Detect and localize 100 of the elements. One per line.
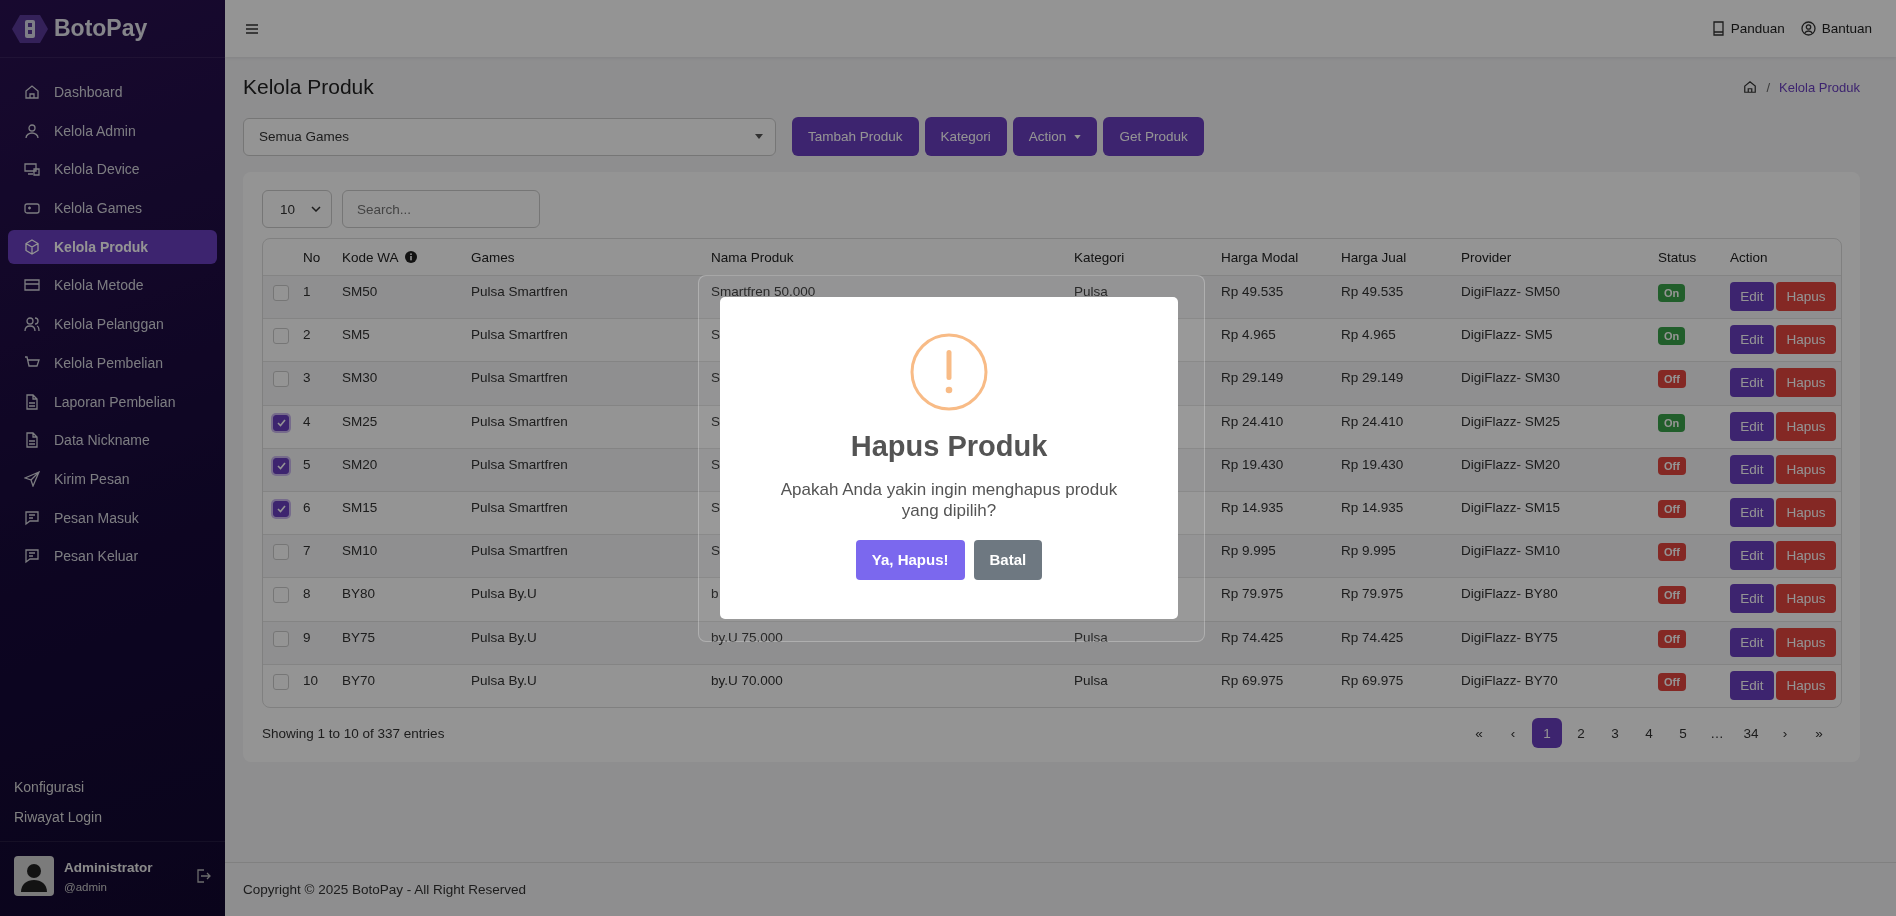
edit-button[interactable]: Edit [1730,627,1774,657]
delete-button[interactable]: Hapus [1776,584,1836,614]
logout-icon[interactable] [195,868,211,884]
toolbar-button[interactable]: Tambah Produk [792,117,919,156]
sidebar-item[interactable]: Kelola Admin [8,113,217,148]
search-field[interactable]: Search... [342,190,540,228]
edit-button[interactable]: Edit [1730,497,1774,527]
table-cell: SM15 [342,499,378,515]
paper-plane-icon [24,470,40,487]
edit-button[interactable]: Edit [1730,584,1774,614]
table-cell: DigiFlazz- SM20 [1461,456,1561,472]
games-dropdown[interactable]: Semua Games [243,117,776,156]
column-header: Kategori [1074,249,1125,265]
page-link[interactable]: 2 [1566,718,1596,749]
table-cell: DigiFlazz- SM25 [1461,413,1561,429]
column-header: Kode WA [342,249,399,265]
row-checkbox[interactable] [273,500,289,517]
edit-button[interactable]: Edit [1730,282,1774,311]
table-cell: SM10 [342,543,378,559]
dialog-title: Hapus Produk [850,430,1048,463]
delete-button[interactable]: Hapus [1776,325,1836,355]
sidebar-link[interactable]: Riwayat Login [14,809,211,825]
delete-button[interactable]: Hapus [1776,282,1836,311]
table-cell: DigiFlazz- SM15 [1461,499,1561,515]
sidebar-link[interactable]: Konfigurasi [14,779,211,795]
page-link[interactable]: ‹ [1498,718,1528,749]
page-link[interactable]: › [1770,718,1800,749]
toolbar-button[interactable]: Action [1012,117,1098,156]
edit-button[interactable]: Edit [1730,541,1774,571]
row-checkbox[interactable] [273,414,289,431]
sidebar-item[interactable]: Kelola Games [8,191,217,226]
table-cell: Rp 79.975 [1341,586,1404,602]
table-cell: Pulsa By.U [471,586,537,602]
sidebar-item[interactable]: Laporan Pembelian [8,384,217,419]
table-cell: Pulsa Smartfren [471,413,568,429]
page-link[interactable]: 5 [1668,718,1698,749]
sidebar-item[interactable]: Kelola Produk [8,229,217,264]
sidebar-item[interactable]: Kelola Pembelian [8,345,217,380]
toolbar-button[interactable]: Kategori [924,117,1007,156]
page-link[interactable]: 1 [1532,718,1562,749]
delete-button[interactable]: Hapus [1776,541,1836,571]
edit-button[interactable]: Edit [1730,368,1774,398]
cancel-button[interactable]: Batal [973,539,1043,580]
menu-icon[interactable] [245,22,259,35]
table-cell: Rp 9.995 [1221,543,1276,559]
table-cell: Rp 69.975 [1341,672,1404,688]
page-link[interactable]: « [1464,718,1494,749]
table-cell: DigiFlazz- BY70 [1461,672,1558,688]
toolbar-button[interactable]: Get Produk [1103,117,1204,156]
sidebar-item[interactable]: Pesan Keluar [8,539,217,574]
edit-button[interactable]: Edit [1730,454,1774,484]
delete-button[interactable]: Hapus [1776,368,1836,398]
guide-link[interactable]: Panduan [1711,21,1785,36]
breadcrumb-item: Kelola Produk [1779,79,1860,95]
table-cell: Rp 29.149 [1341,370,1404,386]
sidebar-item[interactable]: Pesan Masuk [8,500,217,535]
sidebar-item[interactable]: Kirim Pesan [8,461,217,496]
edit-button[interactable]: Edit [1730,411,1774,441]
table-cell: by.U 70.000 [711,672,783,688]
table-cell: BY80 [342,586,376,602]
help-link[interactable]: Bantuan [1800,21,1872,36]
table-cell: Rp 14.935 [1221,499,1284,515]
page-link[interactable]: 3 [1600,718,1630,749]
sidebar-item[interactable]: Kelola Pelanggan [8,307,217,342]
page-length-select[interactable]: 10 [262,190,332,228]
table-cell: SM5 [342,327,370,343]
table-cell: 4 [303,413,311,429]
page-link[interactable]: … [1702,718,1732,749]
delete-button[interactable]: Hapus [1776,670,1836,700]
sidebar-item[interactable]: Kelola Metode [8,268,217,303]
row-checkbox[interactable] [273,457,289,474]
home-icon[interactable] [1743,80,1758,94]
edit-button[interactable]: Edit [1730,325,1774,355]
page-link[interactable]: 34 [1736,718,1766,749]
table-cell: Pulsa Smartfren [471,284,568,299]
sidebar-item[interactable]: Kelola Device [8,152,217,187]
delete-button[interactable]: Hapus [1776,627,1836,657]
page-link[interactable]: » [1804,718,1834,749]
table-cell: Rp 24.410 [1221,413,1284,429]
page-title: Kelola Produk [243,75,374,99]
status-badge: Off [1658,586,1686,605]
column-header: Status [1658,249,1697,265]
box-icon [24,238,40,255]
sidebar-item[interactable]: Dashboard [8,75,217,109]
table-cell: 6 [303,499,311,515]
table-cell: 10 [303,672,319,688]
table-cell: Rp 4.965 [1221,327,1276,343]
check-icon [276,504,286,513]
table-cell: 3 [303,370,311,386]
delete-button[interactable]: Hapus [1776,411,1836,441]
page-link[interactable]: 4 [1634,718,1664,749]
delete-button[interactable]: Hapus [1776,497,1836,527]
edit-button[interactable]: Edit [1730,670,1774,700]
confirm-button[interactable]: Ya, Hapus! [855,539,965,580]
column-header: Nama Produk [711,249,794,265]
delete-button[interactable]: Hapus [1776,454,1836,484]
sidebar-item[interactable]: Data Nickname [8,423,217,458]
column-header: No [303,249,321,265]
table-cell: Pulsa [1074,629,1108,645]
copyright-text: Copyright © 2025 BotoPay - All Right Reserved [243,882,527,897]
